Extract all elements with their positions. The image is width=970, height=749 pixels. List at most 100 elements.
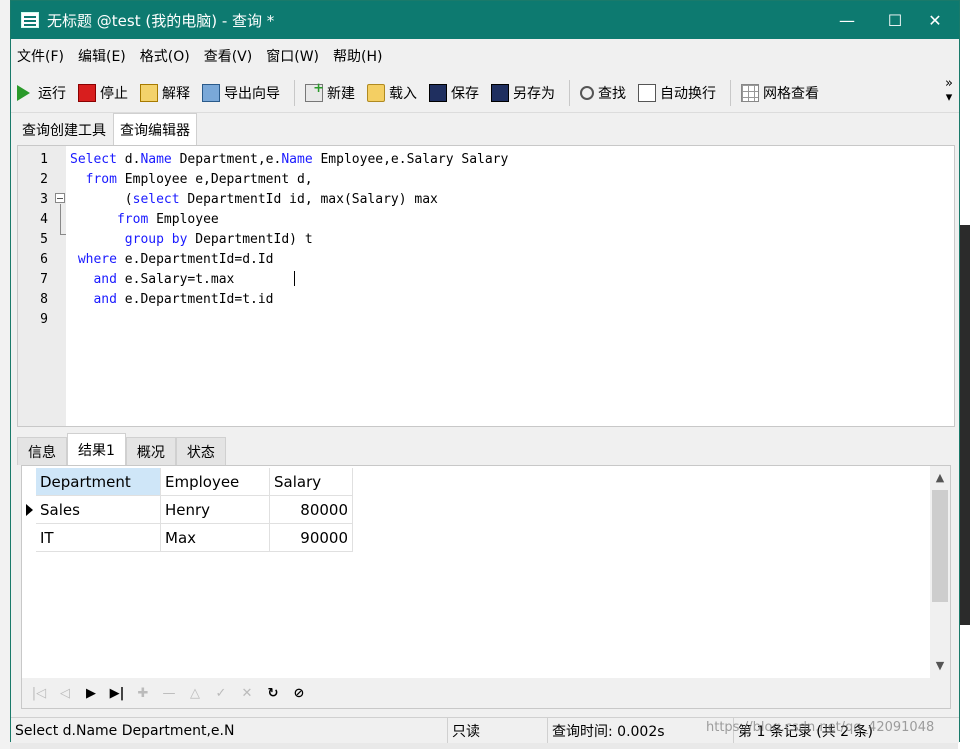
column-header[interactable]: Employee [161, 468, 270, 496]
delete-record-icon[interactable]: — [158, 686, 180, 701]
sql-text: e.Salary=t.max [116, 272, 235, 287]
sql-keyword: from [85, 172, 117, 187]
menu-format[interactable]: 格式(O) [140, 46, 190, 66]
menu-help[interactable]: 帮助(H) [333, 46, 382, 66]
result-grid-body: Department Employee Salary Sales Henry 80000 I… [22, 466, 930, 678]
apply-record-icon[interactable]: ✓ [210, 686, 232, 701]
load-button[interactable]: 载入 [367, 83, 417, 103]
grid-view-button[interactable]: 网格查看 [741, 83, 819, 103]
table-cell[interactable]: Sales [36, 496, 161, 524]
sql-text: Employee,e.Salary Salary [312, 152, 509, 167]
sql-text: d. [116, 152, 141, 167]
line-number: 2 [40, 172, 48, 187]
word-wrap-button[interactable]: 自动换行 [638, 83, 716, 103]
tab-profile[interactable]: 概况 [125, 437, 176, 465]
window-title: 无标题 @test (我的电脑) - 查询 * [47, 11, 275, 30]
sql-text: Employee [148, 212, 219, 227]
table-cell[interactable]: 90000 [270, 524, 353, 552]
table-cell[interactable]: Max [161, 524, 270, 552]
code-line: and e.Salary=t.max [70, 272, 234, 287]
code-line: group by DepartmentId) t [70, 232, 313, 247]
sql-editor[interactable]: 123456789 Select d.Name Department,e.Nam… [17, 145, 955, 427]
table-cell[interactable]: Henry [161, 496, 270, 524]
minimize-button[interactable]: — [823, 1, 871, 39]
refresh-icon[interactable]: ↻ [262, 686, 284, 701]
toolbar-separator [730, 79, 731, 106]
first-record-icon[interactable]: |◁ [28, 686, 50, 701]
save-button[interactable]: 保存 [429, 83, 479, 103]
new-button[interactable]: 新建 [305, 81, 355, 103]
run-button[interactable]: 运行 [17, 83, 66, 103]
code-line: from Employee e,Department d, [70, 172, 313, 187]
vertical-scrollbar[interactable]: ▲ ▼ [930, 466, 950, 678]
grid-icon [741, 83, 759, 102]
line-number: 4 [40, 212, 48, 227]
scroll-down-icon[interactable]: ▼ [930, 656, 950, 676]
run-icon [17, 84, 30, 101]
menu-edit[interactable]: 编辑(E) [78, 46, 126, 66]
watermark: https://blog.csdn.net/qq_42091048 [706, 720, 935, 735]
prev-record-icon[interactable]: ◁ [54, 686, 76, 701]
find-button[interactable]: 查找 [580, 83, 626, 103]
menu-view[interactable]: 查看(V) [204, 46, 253, 66]
column-header[interactable]: Salary [270, 468, 353, 496]
tab-query-editor[interactable]: 查询编辑器 [113, 113, 197, 145]
sql-text: ( [70, 192, 133, 207]
code-line: where e.DepartmentId=d.Id [70, 252, 274, 267]
export-icon [202, 83, 220, 102]
code-line: and e.DepartmentId=t.id [70, 292, 273, 307]
sql-keyword: and [93, 272, 117, 287]
column-header[interactable]: Department [36, 468, 161, 496]
export-wizard-button[interactable]: 导出向导 [202, 83, 280, 103]
word-wrap-icon [638, 83, 656, 102]
tab-result1[interactable]: 结果1 [67, 433, 126, 465]
next-record-icon[interactable]: ▶ [80, 686, 102, 701]
sql-keyword: Name [140, 152, 172, 167]
tab-messages[interactable]: 信息 [17, 437, 67, 465]
cancel-record-icon[interactable]: ✕ [236, 686, 258, 701]
add-record-icon[interactable]: ✚ [132, 686, 154, 701]
table-cell[interactable]: IT [36, 524, 161, 552]
code-line: Select d.Name Department,e.Name Employee… [70, 152, 508, 167]
fold-collapse-icon[interactable] [55, 193, 65, 203]
tab-query-builder[interactable]: 查询创建工具 [15, 115, 113, 145]
menu-window[interactable]: 窗口(W) [266, 46, 319, 66]
code-line: from Employee [70, 212, 219, 227]
stop-icon [78, 83, 96, 102]
line-number: 6 [40, 252, 48, 267]
menu-bar: 文件(F) 编辑(E) 格式(O) 查看(V) 窗口(W) 帮助(H) [11, 39, 959, 73]
folder-icon [367, 83, 385, 102]
toolbar-separator [569, 79, 570, 106]
close-button[interactable]: ✕ [911, 1, 959, 39]
stop-refresh-icon[interactable]: ⊘ [288, 686, 310, 701]
sql-keyword: from [116, 212, 149, 227]
app-icon [21, 12, 39, 28]
last-record-icon[interactable]: ▶| [106, 686, 128, 701]
toolbar-overflow-button[interactable]: » ▾ [945, 77, 953, 105]
sql-text: DepartmentId id, max(Salary) max [179, 192, 438, 207]
edit-record-icon[interactable]: △ [184, 686, 206, 701]
sql-keyword: select [132, 192, 180, 207]
line-number-gutter: 1 2 3 4 5 6 7 8 9 [18, 146, 66, 426]
table-cell[interactable]: 80000 [270, 496, 353, 524]
stop-button[interactable]: 停止 [78, 83, 128, 103]
save-as-button[interactable]: 另存为 [491, 83, 555, 103]
scroll-thumb[interactable] [932, 490, 948, 602]
line-number: 7 [40, 272, 48, 287]
sql-keyword: Select [70, 152, 117, 167]
line-number: 3 [40, 192, 48, 207]
sql-text: DepartmentId) t [187, 232, 313, 247]
sql-keyword: Name [281, 152, 313, 167]
save-icon [429, 83, 447, 102]
code-line: (select DepartmentId id, max(Salary) max [70, 192, 438, 207]
scroll-up-icon[interactable]: ▲ [930, 468, 950, 488]
menu-file[interactable]: 文件(F) [17, 46, 64, 66]
explain-button[interactable]: 解释 [140, 83, 190, 103]
tab-status[interactable]: 状态 [175, 437, 226, 465]
sql-text: Employee e,Department d, [116, 172, 313, 187]
